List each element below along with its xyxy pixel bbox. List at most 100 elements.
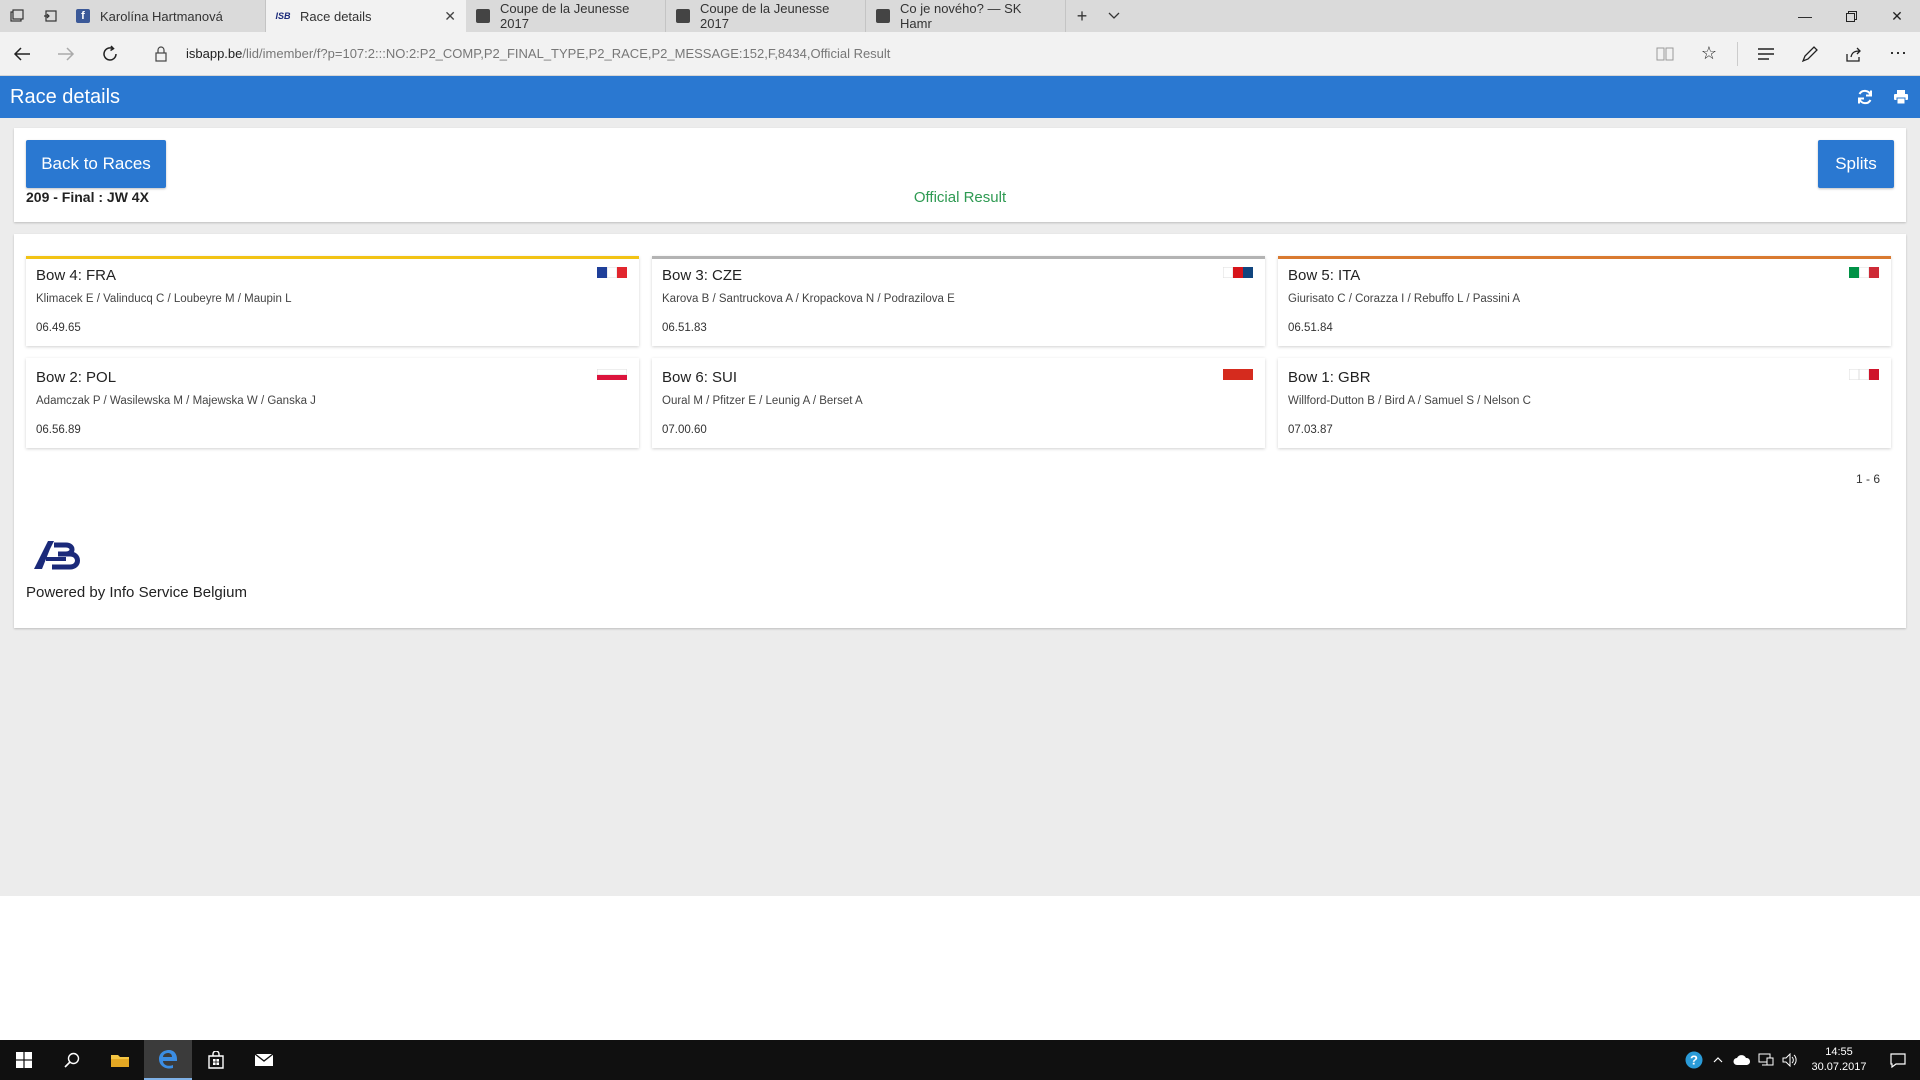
crew-names: Willford-Dutton B / Bird A / Samuel S / …: [1288, 395, 1531, 407]
back-arrow-icon[interactable]: [0, 32, 44, 76]
clock-time: 14:55: [1825, 1046, 1853, 1058]
system-clock[interactable]: 14:55 30.07.2017: [1802, 1045, 1876, 1075]
flag-stripe: [617, 267, 627, 278]
set-aside-tabs-icon[interactable]: [33, 0, 66, 32]
new-tab-icon[interactable]: +: [1066, 0, 1098, 32]
finish-time: 07.03.87: [1288, 424, 1333, 436]
restore-icon[interactable]: [1828, 0, 1874, 32]
finish-time: 06.51.84: [1288, 322, 1333, 334]
tab-coupe-1[interactable]: Coupe de la Jeunesse 2017: [466, 0, 666, 32]
flag-stripe: [607, 267, 617, 278]
lock-icon[interactable]: [146, 45, 176, 62]
network-icon[interactable]: [1754, 1053, 1778, 1067]
store-icon[interactable]: [192, 1040, 240, 1080]
tab-label: Co je nového? — SK Hamr: [900, 1, 1022, 31]
facebook-icon: f: [76, 9, 90, 23]
edge-browser-icon[interactable]: [144, 1040, 192, 1080]
onedrive-icon[interactable]: [1730, 1055, 1754, 1065]
url-host: isbapp.be: [186, 46, 243, 61]
bow-label: Bow 5: ITA: [1288, 267, 1361, 284]
finish-time: 06.56.89: [36, 424, 81, 436]
flag-icon: [597, 369, 627, 380]
volume-icon[interactable]: [1778, 1053, 1802, 1067]
windows-taskbar: ? 14:55 30.07.2017: [0, 1040, 1920, 1080]
result-card[interactable]: Bow 5: ITA Giurisato C / Corazza I / Reb…: [1278, 256, 1891, 346]
notification-icon[interactable]: [1876, 1052, 1920, 1068]
forward-arrow-icon[interactable]: [44, 32, 88, 76]
pagination-range: 1 - 6: [1855, 472, 1880, 486]
crew-names: Giurisato C / Corazza I / Rebuffo L / Pa…: [1288, 293, 1521, 305]
reading-view-icon[interactable]: [1643, 32, 1687, 76]
refresh-icon[interactable]: [88, 32, 132, 76]
results-grid: Bow 4: FRA Klimacek E / Valinducq C / Lo…: [26, 256, 1892, 448]
tab-label: Coupe de la Jeunesse 2017: [700, 1, 830, 31]
crew-names: Adamczak P / Wasilewska M / Majewska W /…: [36, 395, 316, 407]
chevron-down-icon[interactable]: [1098, 0, 1130, 32]
more-options-icon[interactable]: ⋯: [1876, 32, 1920, 76]
result-card[interactable]: Bow 4: FRA Klimacek E / Valinducq C / Lo…: [26, 256, 639, 346]
mail-icon[interactable]: [240, 1040, 288, 1080]
flag-stripe: [1223, 369, 1253, 380]
isb-icon: ISB: [275, 11, 291, 21]
flag-stripe: [1869, 369, 1879, 380]
flag-stripe: [1869, 267, 1879, 278]
bow-label: Bow 4: FRA: [36, 267, 117, 284]
flag-icon: [597, 267, 627, 278]
cube-icon: [876, 9, 890, 23]
finish-time: 07.00.60: [662, 424, 707, 436]
refresh-icon[interactable]: [1856, 88, 1874, 106]
url-field[interactable]: isbapp.be/lid/imember/f?p=107:2:::NO:2:P…: [186, 46, 890, 61]
favorite-star-icon[interactable]: ☆: [1687, 32, 1731, 76]
chevron-up-icon[interactable]: [1706, 1057, 1730, 1063]
cube-icon: [676, 9, 690, 23]
search-icon[interactable]: [48, 1040, 96, 1080]
print-icon[interactable]: [1892, 88, 1910, 106]
svg-text:?: ?: [1690, 1053, 1698, 1068]
tab-label: Coupe de la Jeunesse 2017: [500, 1, 630, 31]
page-bottom-area: [0, 896, 1920, 1040]
race-header-card: Back to Races Splits Official Result 209…: [14, 128, 1906, 222]
windows-start-icon[interactable]: [0, 1040, 48, 1080]
splits-button[interactable]: Splits: [1818, 140, 1894, 188]
hub-icon[interactable]: [1744, 32, 1788, 76]
clock-date: 30.07.2017: [1811, 1061, 1867, 1073]
tab-actions-icon[interactable]: [0, 0, 33, 32]
file-explorer-icon[interactable]: [96, 1040, 144, 1080]
tab-label: Race details: [300, 8, 372, 24]
tab-label: Karolína Hartmanová: [100, 8, 223, 24]
web-note-icon[interactable]: [1788, 32, 1832, 76]
minimize-icon[interactable]: —: [1782, 0, 1828, 32]
flag-stripe: [1849, 267, 1859, 278]
flag-stripe: [1223, 267, 1233, 278]
bow-label: Bow 2: POL: [36, 369, 117, 386]
flag-stripe: [1849, 369, 1859, 380]
crew-names: Klimacek E / Valinducq C / Loubeyre M / …: [36, 293, 292, 305]
help-icon[interactable]: ?: [1682, 1051, 1706, 1069]
result-card[interactable]: Bow 2: POL Adamczak P / Wasilewska M / M…: [26, 358, 639, 448]
bow-label: Bow 1: GBR: [1288, 369, 1371, 386]
finish-time: 06.49.65: [36, 322, 81, 334]
flag-stripe: [1243, 267, 1253, 278]
result-card[interactable]: Bow 3: CZE Karova B / Santruckova A / Kr…: [652, 256, 1265, 346]
bow-label: Bow 3: CZE: [662, 267, 743, 284]
result-card[interactable]: Bow 6: SUI Oural M / Pfitzer E / Leunig …: [652, 358, 1265, 448]
tab-coupe-2[interactable]: Coupe de la Jeunesse 2017: [666, 0, 866, 32]
browser-address-bar: isbapp.be/lid/imember/f?p=107:2:::NO:2:P…: [0, 32, 1920, 76]
close-tab-icon[interactable]: ✕: [444, 8, 456, 25]
tab-race-details[interactable]: ISB Race details ✕: [266, 0, 466, 32]
tab-karolina[interactable]: f Karolína Hartmanová: [66, 0, 266, 32]
results-card: Bow 4: FRA Klimacek E / Valinducq C / Lo…: [14, 234, 1906, 628]
flag-stripe: [1859, 369, 1869, 380]
back-to-races-button[interactable]: Back to Races: [26, 140, 166, 188]
toolbar-separator: [1737, 41, 1738, 66]
tab-sk-hamr[interactable]: Co je nového? — SK Hamr: [866, 0, 1066, 32]
crew-names: Oural M / Pfitzer E / Leunig A / Berset …: [662, 395, 863, 407]
flag-stripe: [1859, 267, 1869, 278]
bow-label: Bow 6: SUI: [662, 369, 738, 386]
close-window-icon[interactable]: ✕: [1874, 0, 1920, 32]
race-status: Official Result: [913, 189, 1007, 206]
url-path: /lid/imember/f?p=107:2:::NO:2:P2_COMP,P2…: [242, 46, 891, 61]
app-header: Race details: [0, 76, 1920, 118]
share-icon[interactable]: [1832, 32, 1876, 76]
result-card[interactable]: Bow 1: GBR Willford-Dutton B / Bird A / …: [1278, 358, 1891, 448]
